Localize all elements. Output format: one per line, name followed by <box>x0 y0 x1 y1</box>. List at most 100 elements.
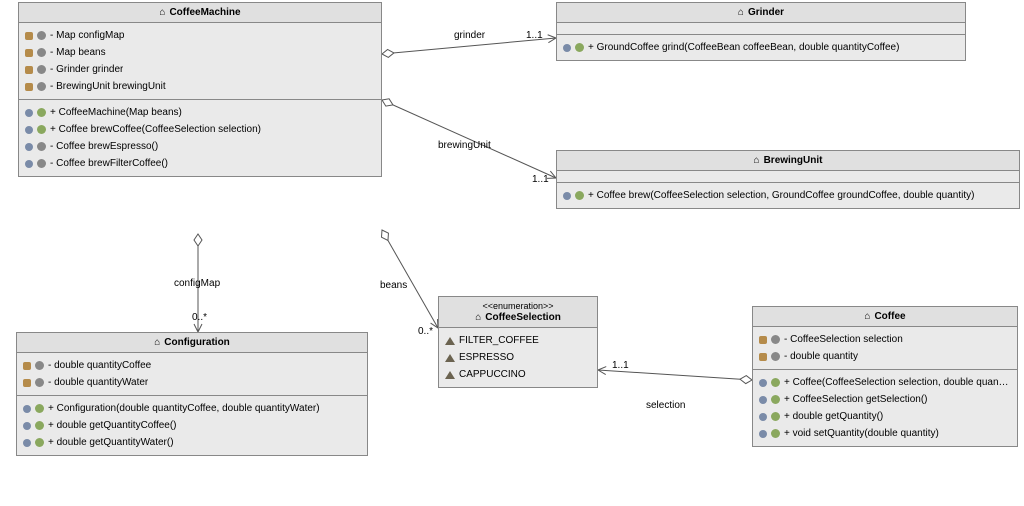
visibility-icon <box>37 65 46 74</box>
class-attrs: - double quantityCoffee - double quantity… <box>17 353 367 396</box>
attr-icon <box>25 32 33 40</box>
member-row: + double getQuantityCoffee() <box>23 417 361 434</box>
attr-icon <box>23 362 31 370</box>
attr-icon <box>25 49 33 57</box>
rel-beans <box>382 230 438 328</box>
literal-icon <box>445 354 455 362</box>
label-config-role: configMap <box>174 278 220 289</box>
member-row: - Map beans <box>25 44 375 61</box>
class-meths: + Coffee(CoffeeSelection selection, doub… <box>753 370 1017 446</box>
literal-icon <box>445 371 455 379</box>
label-selection-mult: 1..1 <box>612 360 629 371</box>
label-brewing-mult: 1..1 <box>532 174 549 185</box>
class-header: ⌂Grinder <box>557 3 965 23</box>
class-header: ⌂CoffeeMachine <box>19 3 381 23</box>
class-attrs <box>557 23 965 35</box>
class-meths: + Configuration(double quantityCoffee, d… <box>17 396 367 455</box>
visibility-icon <box>37 159 46 168</box>
class-CoffeeSelection[interactable]: <<enumeration>> ⌂CoffeeSelection FILTER_… <box>438 296 598 388</box>
class-header: <<enumeration>> ⌂CoffeeSelection <box>439 297 597 328</box>
meth-icon <box>759 379 767 387</box>
class-meths: + Coffee brew(CoffeeSelection selection,… <box>557 183 1019 208</box>
attr-icon <box>759 353 767 361</box>
rel-selection <box>598 370 752 380</box>
member-text: + Configuration(double quantityCoffee, d… <box>48 402 320 415</box>
meth-icon <box>563 44 571 52</box>
member-row: - Map configMap <box>25 27 375 44</box>
member-text: + Coffee brewCoffee(CoffeeSelection sele… <box>50 123 261 136</box>
member-row: + Coffee(CoffeeSelection selection, doub… <box>759 374 1011 391</box>
visibility-icon <box>37 125 46 134</box>
meth-icon <box>25 109 33 117</box>
literal-row: ESPRESSO <box>445 349 591 366</box>
member-text: - CoffeeSelection selection <box>784 333 903 346</box>
meth-icon <box>25 160 33 168</box>
label-config-mult: 0..* <box>192 312 207 323</box>
member-text: - double quantityCoffee <box>48 359 151 372</box>
member-text: - Coffee brewEspresso() <box>50 140 158 153</box>
member-text: - BrewingUnit brewingUnit <box>50 80 166 93</box>
literal-text: FILTER_COFFEE <box>459 334 539 347</box>
label-selection-role: selection <box>646 400 685 411</box>
visibility-icon <box>37 142 46 151</box>
meth-icon <box>25 126 33 134</box>
class-header: ⌂BrewingUnit <box>557 151 1019 171</box>
member-row: - double quantityWater <box>23 374 361 391</box>
visibility-icon <box>37 48 46 57</box>
label-beans-mult: 0..* <box>418 326 433 337</box>
visibility-icon <box>771 352 780 361</box>
visibility-icon <box>575 191 584 200</box>
member-row: + Configuration(double quantityCoffee, d… <box>23 400 361 417</box>
class-attrs <box>557 171 1019 183</box>
meth-icon <box>25 143 33 151</box>
literal-text: ESPRESSO <box>459 351 514 364</box>
member-row: + Coffee brew(CoffeeSelection selection,… <box>563 187 1013 204</box>
member-text: + double getQuantityCoffee() <box>48 419 177 432</box>
label-brewing-role: brewingUnit <box>438 140 491 151</box>
visibility-icon <box>35 421 44 430</box>
meth-icon <box>23 405 31 413</box>
meth-icon <box>759 430 767 438</box>
rel-brewing <box>382 100 556 178</box>
member-text: - double quantity <box>784 350 858 363</box>
member-text: + double getQuantityWater() <box>48 436 174 449</box>
member-row: - double quantity <box>759 348 1011 365</box>
member-text: + void setQuantity(double quantity) <box>784 427 939 440</box>
visibility-icon <box>771 429 780 438</box>
member-text: + Coffee(CoffeeSelection selection, doub… <box>784 376 1011 389</box>
member-text: + GroundCoffee grind(CoffeeBean coffeeBe… <box>588 41 899 54</box>
member-text: + double getQuantity() <box>784 410 883 423</box>
member-row: - double quantityCoffee <box>23 357 361 374</box>
member-text: - double quantityWater <box>48 376 148 389</box>
class-Configuration[interactable]: ⌂Configuration - double quantityCoffee- … <box>16 332 368 456</box>
label-grinder-mult: 1..1 <box>526 30 543 41</box>
label-grinder-role: grinder <box>454 30 485 41</box>
literal-row: CAPPUCCINO <box>445 366 591 383</box>
visibility-icon <box>37 31 46 40</box>
member-text: - Grinder grinder <box>50 63 123 76</box>
member-row: + void setQuantity(double quantity) <box>759 425 1011 442</box>
member-text: + CoffeeMachine(Map beans) <box>50 106 182 119</box>
visibility-icon <box>35 438 44 447</box>
visibility-icon <box>35 361 44 370</box>
member-row: - Coffee brewEspresso() <box>25 138 375 155</box>
label-beans-role: beans <box>380 280 407 291</box>
class-BrewingUnit[interactable]: ⌂BrewingUnit + Coffee brew(CoffeeSelecti… <box>556 150 1020 209</box>
member-text: - Coffee brewFilterCoffee() <box>50 157 168 170</box>
attr-icon <box>25 66 33 74</box>
class-meths: + CoffeeMachine(Map beans) + Coffee brewC… <box>19 100 381 176</box>
class-header: ⌂Configuration <box>17 333 367 353</box>
visibility-icon <box>771 335 780 344</box>
class-Grinder[interactable]: ⌂Grinder + GroundCoffee grind(CoffeeBean… <box>556 2 966 61</box>
member-text: + Coffee brew(CoffeeSelection selection,… <box>588 189 974 202</box>
class-Coffee[interactable]: ⌂Coffee - CoffeeSelection selection - dou… <box>752 306 1018 447</box>
class-header: ⌂Coffee <box>753 307 1017 327</box>
literal-icon <box>445 337 455 345</box>
class-literals: FILTER_COFFEE ESPRESSO CAPPUCCINO <box>439 328 597 387</box>
meth-icon <box>759 413 767 421</box>
member-text: + CoffeeSelection getSelection() <box>784 393 928 406</box>
class-CoffeeMachine[interactable]: ⌂CoffeeMachine - Map configMap- Map bean… <box>18 2 382 177</box>
literal-row: FILTER_COFFEE <box>445 332 591 349</box>
meth-icon <box>23 439 31 447</box>
member-row: - CoffeeSelection selection <box>759 331 1011 348</box>
